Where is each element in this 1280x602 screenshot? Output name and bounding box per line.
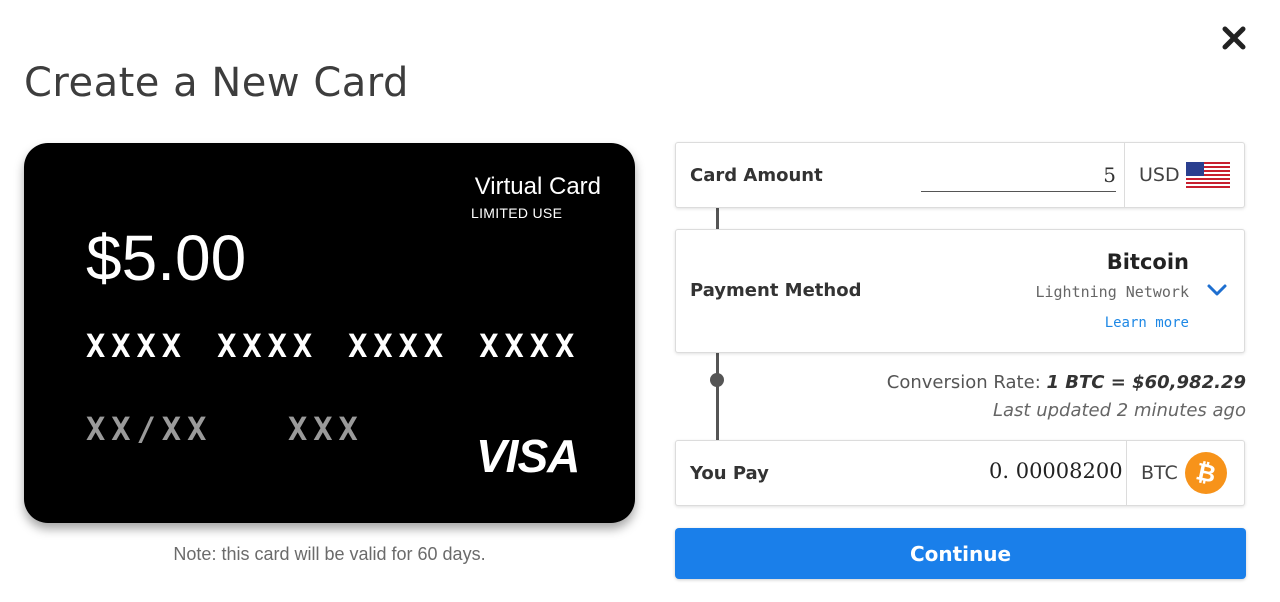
card-number-group: XXXX [86, 327, 188, 365]
card-type: Virtual Card [474, 173, 601, 200]
continue-button[interactable]: Continue [675, 528, 1246, 579]
visa-logo: VISA [476, 430, 580, 482]
card-cvv: XXX [288, 410, 364, 448]
conversion-rate-value: 1 BTC = $60,982.29 [1046, 372, 1247, 393]
conversion-rate: Conversion Rate: 1 BTC = $60,982.29 [887, 372, 1246, 393]
you-pay-label: You Pay [690, 463, 769, 484]
learn-more-link[interactable]: Learn more [1105, 315, 1189, 331]
payment-method-label: Payment Method [690, 280, 862, 301]
chevron-down-icon[interactable] [1206, 282, 1228, 298]
card-validity-note: Note: this card will be valid for 60 day… [173, 544, 486, 564]
pay-currency-code: BTC [1141, 462, 1178, 484]
currency-selector[interactable]: USD [1124, 143, 1244, 207]
you-pay-amount: 0. 00008200 [989, 459, 1123, 483]
step-connector [716, 208, 719, 230]
card-subtitle: LIMITED USE [471, 205, 563, 221]
currency-code: USD [1139, 164, 1180, 186]
step-connector [716, 352, 719, 440]
close-icon[interactable] [1220, 24, 1248, 52]
card-amount-label: Card Amount [690, 165, 823, 186]
payment-method-selector[interactable]: Payment Method Bitcoin Lightning Network… [675, 229, 1245, 353]
card-number-group: XXXX [479, 327, 581, 365]
you-pay-panel: You Pay 0. 00008200 BTC ₿ [675, 440, 1245, 506]
payment-network: Lightning Network [1035, 283, 1189, 301]
card-number: XXXX XXXX XXXX XXXX [86, 327, 580, 365]
step-dot [710, 373, 724, 387]
virtual-card-preview: Virtual Card LIMITED USE $5.00 XXXX XXXX… [24, 143, 635, 523]
pay-currency: BTC ₿ [1126, 441, 1244, 505]
bitcoin-icon: ₿ [1184, 452, 1227, 494]
card-number-group: XXXX [348, 327, 450, 365]
conversion-rate-prefix: Conversion Rate: [886, 372, 1041, 393]
us-flag-icon [1185, 162, 1230, 188]
card-number-group: XXXX [217, 327, 319, 365]
conversion-updated: Last updated 2 minutes ago [992, 400, 1246, 421]
card-amount-input[interactable] [921, 159, 1116, 192]
page-title: Create a New Card [24, 60, 409, 106]
card-amount: $5.00 [86, 222, 247, 294]
card-expiry: XX/XX [86, 410, 213, 448]
card-amount-panel: Card Amount USD [675, 142, 1245, 208]
payment-method-name: Bitcoin [1106, 250, 1189, 274]
